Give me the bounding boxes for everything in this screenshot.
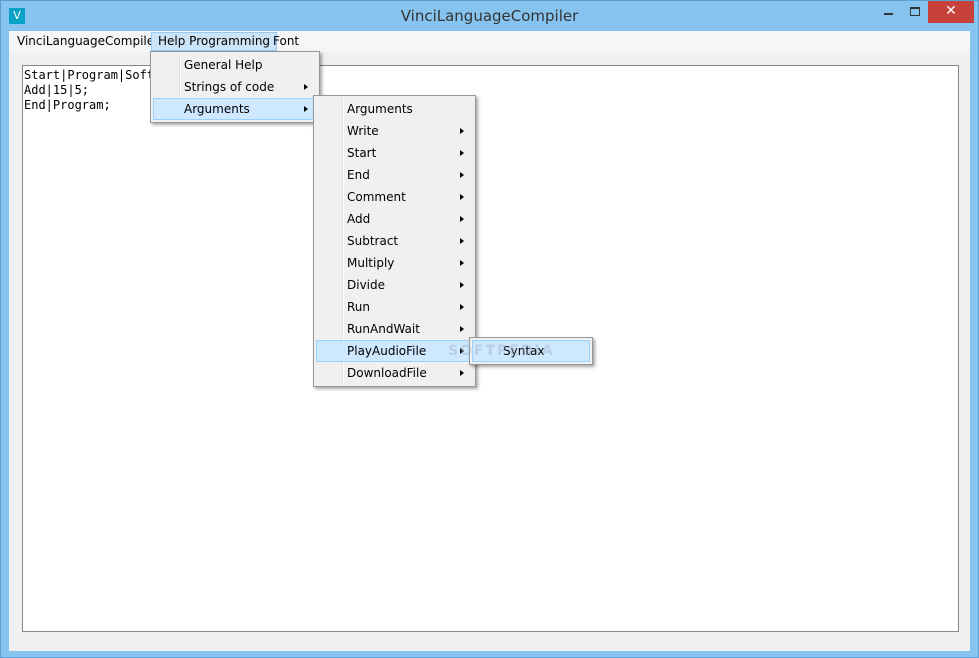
menu-item-label: Arguments: [184, 102, 250, 116]
menu-bar: VinciLanguageCompiler Help Programming F…: [9, 31, 970, 52]
close-icon: ✕: [945, 3, 957, 19]
help-programming-dropdown: General Help Strings of code Arguments: [150, 51, 320, 123]
menu-item-divide[interactable]: Divide: [316, 274, 473, 296]
menu-item-multiply[interactable]: Multiply: [316, 252, 473, 274]
menu-item-label: Write: [347, 124, 379, 138]
title-bar[interactable]: V VinciLanguageCompiler ✕: [1, 1, 978, 31]
maximize-icon: [910, 7, 920, 16]
menu-item-general-help[interactable]: General Help: [153, 54, 317, 76]
menu-item-label: Divide: [347, 278, 386, 292]
submenu-arrow-icon: [460, 304, 464, 310]
menu-item-strings-of-code[interactable]: Strings of code: [153, 76, 317, 98]
menu-item-runandwait[interactable]: RunAndWait: [316, 318, 473, 340]
maximize-button[interactable]: [902, 1, 928, 23]
menu-item-comment[interactable]: Comment: [316, 186, 473, 208]
menu-help-programming[interactable]: Help Programming: [151, 32, 278, 51]
menu-item-start[interactable]: Start: [316, 142, 473, 164]
menu-item-subtract[interactable]: Subtract: [316, 230, 473, 252]
menu-item-end[interactable]: End: [316, 164, 473, 186]
watermark: SOFTPEDIA: [448, 343, 555, 359]
submenu-arrow-icon: [304, 84, 308, 90]
menu-item-label: RunAndWait: [347, 322, 420, 336]
menu-item-label: Strings of code: [184, 80, 275, 94]
menu-item-label: Start: [347, 146, 377, 160]
menu-item-arguments[interactable]: Arguments: [153, 98, 317, 120]
menu-item-label: Comment: [347, 190, 406, 204]
submenu-arrow-icon: [460, 326, 464, 332]
menu-item-label: End: [347, 168, 370, 182]
menu-item-label: DownloadFile: [347, 366, 427, 380]
menu-item-downloadfile[interactable]: DownloadFile: [316, 362, 473, 384]
app-window: V VinciLanguageCompiler ✕ VinciLanguageC…: [0, 0, 979, 658]
submenu-arrow-icon: [460, 194, 464, 200]
submenu-arrow-icon: [460, 282, 464, 288]
close-button[interactable]: ✕: [928, 1, 974, 23]
minimize-button[interactable]: [876, 1, 902, 23]
menu-item-label: Subtract: [347, 234, 399, 248]
window-title: VinciLanguageCompiler: [400, 7, 579, 25]
submenu-arrow-icon: [460, 260, 464, 266]
minimize-icon: [884, 13, 893, 15]
submenu-arrow-icon: [460, 150, 464, 156]
submenu-arrow-icon: [460, 238, 464, 244]
menu-item-label: Arguments: [347, 102, 413, 116]
submenu-arrow-icon: [460, 370, 464, 376]
menu-item-label: Run: [347, 300, 371, 314]
menu-item-add[interactable]: Add: [316, 208, 473, 230]
menu-font[interactable]: Font: [267, 32, 305, 51]
submenu-arrow-icon: [460, 216, 464, 222]
menu-item-label: General Help: [184, 58, 263, 72]
menu-item-write[interactable]: Write: [316, 120, 473, 142]
menu-item-label: PlayAudioFile: [347, 344, 427, 358]
menu-item-arguments-header[interactable]: Arguments: [316, 98, 473, 120]
menu-item-label: Multiply: [347, 256, 395, 270]
menu-item-run[interactable]: Run: [316, 296, 473, 318]
submenu-arrow-icon: [460, 172, 464, 178]
menu-vincilanguagecompiler[interactable]: VinciLanguageCompiler: [11, 32, 165, 51]
menu-item-label: Add: [347, 212, 371, 226]
submenu-arrow-icon: [304, 106, 308, 112]
submenu-arrow-icon: [460, 128, 464, 134]
